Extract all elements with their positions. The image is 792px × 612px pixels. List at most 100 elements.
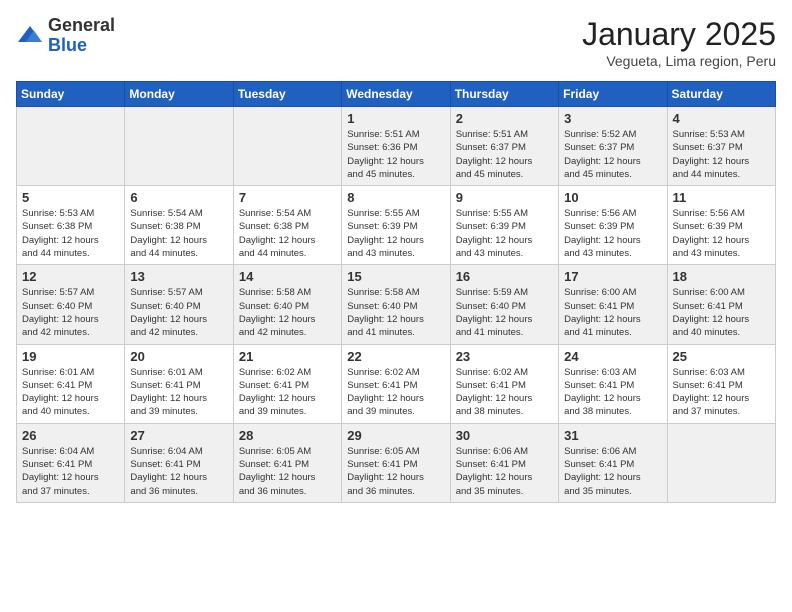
- cell-details: Sunrise: 5:57 AM Sunset: 6:40 PM Dayligh…: [22, 286, 119, 339]
- logo-general-text: General: [48, 15, 115, 35]
- day-number: 6: [130, 190, 227, 205]
- cell-details: Sunrise: 5:56 AM Sunset: 6:39 PM Dayligh…: [673, 207, 770, 260]
- calendar-cell: 14 Sunrise: 5:58 AM Sunset: 6:40 PM Dayli…: [233, 265, 341, 344]
- calendar-week-2: 5 Sunrise: 5:53 AM Sunset: 6:38 PM Daylig…: [17, 186, 776, 265]
- calendar-cell: 11 Sunrise: 5:56 AM Sunset: 6:39 PM Dayli…: [667, 186, 775, 265]
- cell-details: Sunrise: 6:02 AM Sunset: 6:41 PM Dayligh…: [456, 366, 553, 419]
- cell-details: Sunrise: 5:53 AM Sunset: 6:37 PM Dayligh…: [673, 128, 770, 181]
- calendar-cell: [667, 423, 775, 502]
- cell-details: Sunrise: 5:56 AM Sunset: 6:39 PM Dayligh…: [564, 207, 661, 260]
- cell-details: Sunrise: 6:04 AM Sunset: 6:41 PM Dayligh…: [22, 445, 119, 498]
- day-number: 4: [673, 111, 770, 126]
- calendar-cell: 15 Sunrise: 5:58 AM Sunset: 6:40 PM Dayli…: [342, 265, 450, 344]
- day-number: 24: [564, 349, 661, 364]
- cell-details: Sunrise: 5:54 AM Sunset: 6:38 PM Dayligh…: [239, 207, 336, 260]
- day-header-thursday: Thursday: [450, 82, 558, 107]
- day-number: 14: [239, 269, 336, 284]
- calendar-cell: 12 Sunrise: 5:57 AM Sunset: 6:40 PM Dayli…: [17, 265, 125, 344]
- calendar-cell: [17, 107, 125, 186]
- day-number: 25: [673, 349, 770, 364]
- calendar-cell: 24Sunrise: 6:03 AM Sunset: 6:41 PM Dayli…: [559, 344, 667, 423]
- day-number: 7: [239, 190, 336, 205]
- day-header-friday: Friday: [559, 82, 667, 107]
- day-number: 26: [22, 428, 119, 443]
- day-header-tuesday: Tuesday: [233, 82, 341, 107]
- calendar-cell: 3 Sunrise: 5:52 AM Sunset: 6:37 PM Daylig…: [559, 107, 667, 186]
- day-number: 29: [347, 428, 444, 443]
- day-number: 13: [130, 269, 227, 284]
- cell-details: Sunrise: 6:03 AM Sunset: 6:41 PM Dayligh…: [673, 366, 770, 419]
- calendar-cell: 13Sunrise: 5:57 AM Sunset: 6:40 PM Dayli…: [125, 265, 233, 344]
- calendar-cell: 25 Sunrise: 6:03 AM Sunset: 6:41 PM Dayli…: [667, 344, 775, 423]
- calendar-cell: 1 Sunrise: 5:51 AM Sunset: 6:36 PM Daylig…: [342, 107, 450, 186]
- calendar-cell: 7 Sunrise: 5:54 AM Sunset: 6:38 PM Daylig…: [233, 186, 341, 265]
- cell-details: Sunrise: 5:55 AM Sunset: 6:39 PM Dayligh…: [456, 207, 553, 260]
- day-number: 28: [239, 428, 336, 443]
- calendar-cell: 6 Sunrise: 5:54 AM Sunset: 6:38 PM Daylig…: [125, 186, 233, 265]
- cell-details: Sunrise: 6:04 AM Sunset: 6:41 PM Dayligh…: [130, 445, 227, 498]
- day-number: 5: [22, 190, 119, 205]
- cell-details: Sunrise: 5:53 AM Sunset: 6:38 PM Dayligh…: [22, 207, 119, 260]
- calendar-cell: [125, 107, 233, 186]
- cell-details: Sunrise: 6:06 AM Sunset: 6:41 PM Dayligh…: [564, 445, 661, 498]
- cell-details: Sunrise: 6:00 AM Sunset: 6:41 PM Dayligh…: [564, 286, 661, 339]
- cell-details: Sunrise: 5:54 AM Sunset: 6:38 PM Dayligh…: [130, 207, 227, 260]
- calendar-header: SundayMondayTuesdayWednesdayThursdayFrid…: [17, 82, 776, 107]
- calendar-cell: 27Sunrise: 6:04 AM Sunset: 6:41 PM Dayli…: [125, 423, 233, 502]
- location-subtitle: Vegueta, Lima region, Peru: [582, 53, 776, 69]
- cell-details: Sunrise: 6:01 AM Sunset: 6:41 PM Dayligh…: [22, 366, 119, 419]
- day-number: 3: [564, 111, 661, 126]
- day-header-sunday: Sunday: [17, 82, 125, 107]
- day-number: 11: [673, 190, 770, 205]
- calendar-cell: 20 Sunrise: 6:01 AM Sunset: 6:41 PM Dayli…: [125, 344, 233, 423]
- calendar-cell: 29 Sunrise: 6:05 AM Sunset: 6:41 PM Dayli…: [342, 423, 450, 502]
- calendar-week-4: 19 Sunrise: 6:01 AM Sunset: 6:41 PM Dayli…: [17, 344, 776, 423]
- logo-blue-text: Blue: [48, 35, 87, 55]
- calendar-table: SundayMondayTuesdayWednesdayThursdayFrid…: [16, 81, 776, 503]
- cell-details: Sunrise: 5:55 AM Sunset: 6:39 PM Dayligh…: [347, 207, 444, 260]
- day-number: 19: [22, 349, 119, 364]
- calendar-cell: 4 Sunrise: 5:53 AM Sunset: 6:37 PM Daylig…: [667, 107, 775, 186]
- calendar-week-3: 12 Sunrise: 5:57 AM Sunset: 6:40 PM Dayli…: [17, 265, 776, 344]
- cell-details: Sunrise: 5:51 AM Sunset: 6:37 PM Dayligh…: [456, 128, 553, 181]
- day-number: 22: [347, 349, 444, 364]
- day-number: 30: [456, 428, 553, 443]
- calendar-cell: 31Sunrise: 6:06 AM Sunset: 6:41 PM Dayli…: [559, 423, 667, 502]
- cell-details: Sunrise: 5:51 AM Sunset: 6:36 PM Dayligh…: [347, 128, 444, 181]
- cell-details: Sunrise: 6:05 AM Sunset: 6:41 PM Dayligh…: [347, 445, 444, 498]
- month-title: January 2025: [582, 16, 776, 53]
- cell-details: Sunrise: 5:58 AM Sunset: 6:40 PM Dayligh…: [347, 286, 444, 339]
- calendar-cell: 17Sunrise: 6:00 AM Sunset: 6:41 PM Dayli…: [559, 265, 667, 344]
- cell-details: Sunrise: 6:02 AM Sunset: 6:41 PM Dayligh…: [347, 366, 444, 419]
- calendar-cell: 22 Sunrise: 6:02 AM Sunset: 6:41 PM Dayli…: [342, 344, 450, 423]
- calendar-cell: 2Sunrise: 5:51 AM Sunset: 6:37 PM Daylig…: [450, 107, 558, 186]
- day-number: 9: [456, 190, 553, 205]
- calendar-cell: 10Sunrise: 5:56 AM Sunset: 6:39 PM Dayli…: [559, 186, 667, 265]
- day-header-saturday: Saturday: [667, 82, 775, 107]
- day-number: 18: [673, 269, 770, 284]
- day-number: 15: [347, 269, 444, 284]
- day-number: 8: [347, 190, 444, 205]
- day-number: 20: [130, 349, 227, 364]
- calendar-cell: 5 Sunrise: 5:53 AM Sunset: 6:38 PM Daylig…: [17, 186, 125, 265]
- calendar-cell: 30 Sunrise: 6:06 AM Sunset: 6:41 PM Dayli…: [450, 423, 558, 502]
- cell-details: Sunrise: 5:59 AM Sunset: 6:40 PM Dayligh…: [456, 286, 553, 339]
- calendar-cell: 19 Sunrise: 6:01 AM Sunset: 6:41 PM Dayli…: [17, 344, 125, 423]
- calendar-cell: 9 Sunrise: 5:55 AM Sunset: 6:39 PM Daylig…: [450, 186, 558, 265]
- day-number: 16: [456, 269, 553, 284]
- day-number: 21: [239, 349, 336, 364]
- cell-details: Sunrise: 5:52 AM Sunset: 6:37 PM Dayligh…: [564, 128, 661, 181]
- logo-icon: [16, 22, 44, 50]
- day-number: 12: [22, 269, 119, 284]
- cell-details: Sunrise: 5:58 AM Sunset: 6:40 PM Dayligh…: [239, 286, 336, 339]
- page-header: General Blue January 2025 Vegueta, Lima …: [16, 16, 776, 69]
- calendar-cell: 16 Sunrise: 5:59 AM Sunset: 6:40 PM Dayli…: [450, 265, 558, 344]
- cell-details: Sunrise: 6:00 AM Sunset: 6:41 PM Dayligh…: [673, 286, 770, 339]
- day-number: 1: [347, 111, 444, 126]
- day-number: 23: [456, 349, 553, 364]
- calendar-week-5: 26 Sunrise: 6:04 AM Sunset: 6:41 PM Dayli…: [17, 423, 776, 502]
- cell-details: Sunrise: 6:05 AM Sunset: 6:41 PM Dayligh…: [239, 445, 336, 498]
- cell-details: Sunrise: 6:06 AM Sunset: 6:41 PM Dayligh…: [456, 445, 553, 498]
- calendar-cell: 8 Sunrise: 5:55 AM Sunset: 6:39 PM Daylig…: [342, 186, 450, 265]
- cell-details: Sunrise: 6:01 AM Sunset: 6:41 PM Dayligh…: [130, 366, 227, 419]
